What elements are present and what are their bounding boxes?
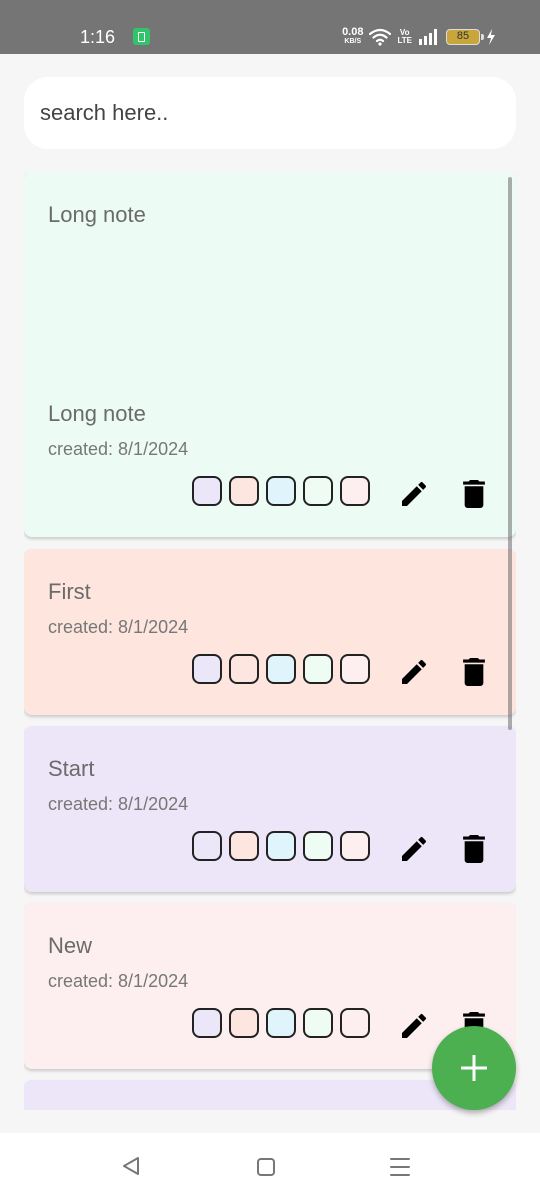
color-swatch-purple[interactable] [192, 1008, 222, 1038]
scrollbar[interactable] [508, 177, 512, 730]
note-title: Start [48, 756, 95, 781]
note-created-date: created: 8/1/2024 [48, 794, 189, 814]
note-card[interactable]: Long note Long note created: 8/1/2024 [24, 172, 516, 537]
note-created-date: created: 8/1/2024 [48, 617, 189, 637]
home-icon[interactable] [257, 1158, 275, 1176]
search-input[interactable] [40, 100, 480, 126]
note-created-date: created: 8/1/2024 [48, 971, 189, 991]
note-card[interactable]: Start created: 8/1/2024 [24, 726, 516, 892]
charging-icon [487, 29, 495, 45]
app-notification-icon [133, 28, 150, 45]
network-speed-unit: KB/S [344, 38, 362, 45]
edit-icon[interactable] [398, 1010, 430, 1042]
color-swatch-peach[interactable] [229, 654, 259, 684]
delete-icon[interactable] [460, 833, 488, 865]
battery-level: 85 [456, 30, 470, 42]
color-swatch-pink[interactable] [340, 1008, 370, 1038]
volte-indicator: Vo LTE [397, 29, 412, 45]
edit-icon[interactable] [398, 833, 430, 865]
note-title: New [48, 933, 93, 958]
color-swatch-purple[interactable] [192, 476, 222, 506]
color-swatch-mint[interactable] [303, 1008, 333, 1038]
color-swatch-purple[interactable] [192, 831, 222, 861]
edit-icon[interactable] [398, 656, 430, 688]
volte-bottom: LTE [397, 36, 412, 45]
color-picker [192, 476, 370, 506]
note-card[interactable]: First created: 8/1/2024 [24, 549, 516, 715]
color-swatch-peach[interactable] [229, 831, 259, 861]
color-picker [192, 831, 370, 861]
color-swatch-pink[interactable] [340, 476, 370, 506]
note-title: Long note [48, 202, 146, 227]
color-swatch-pink[interactable] [340, 831, 370, 861]
plus-icon [461, 1055, 487, 1081]
system-nav-bar [0, 1133, 540, 1200]
color-swatch-pink[interactable] [340, 654, 370, 684]
add-note-button[interactable] [432, 1026, 516, 1110]
color-swatch-purple[interactable] [192, 654, 222, 684]
edit-icon[interactable] [398, 478, 430, 510]
recent-apps-icon[interactable] [390, 1158, 410, 1182]
color-swatch-blue[interactable] [266, 831, 296, 861]
note-created-date: created: 8/1/2024 [48, 439, 189, 459]
search-box[interactable] [24, 77, 516, 149]
delete-icon[interactable] [460, 478, 488, 510]
color-picker [192, 1008, 370, 1038]
network-speed: 0.08 KB/S [342, 27, 363, 46]
signal-icon [419, 29, 437, 45]
color-swatch-mint[interactable] [303, 654, 333, 684]
color-picker [192, 654, 370, 684]
color-swatch-mint[interactable] [303, 476, 333, 506]
status-bar: 1:16 0.08 KB/S Vo LTE 85 [0, 0, 540, 54]
note-title: First [48, 579, 91, 604]
color-swatch-mint[interactable] [303, 831, 333, 861]
note-body: Long note [48, 401, 146, 426]
status-time: 1:16 [80, 27, 116, 47]
wifi-icon [369, 28, 392, 46]
color-swatch-blue[interactable] [266, 476, 296, 506]
color-swatch-blue[interactable] [266, 654, 296, 684]
delete-icon[interactable] [460, 656, 488, 688]
color-swatch-blue[interactable] [266, 1008, 296, 1038]
notes-list[interactable]: Long note Long note created: 8/1/2024 Fi… [24, 172, 516, 1110]
battery-icon: 85 [446, 29, 484, 45]
color-swatch-peach[interactable] [229, 1008, 259, 1038]
status-indicators: 0.08 KB/S Vo LTE 85 [342, 24, 496, 50]
color-swatch-peach[interactable] [229, 476, 259, 506]
back-icon[interactable] [121, 1156, 141, 1176]
